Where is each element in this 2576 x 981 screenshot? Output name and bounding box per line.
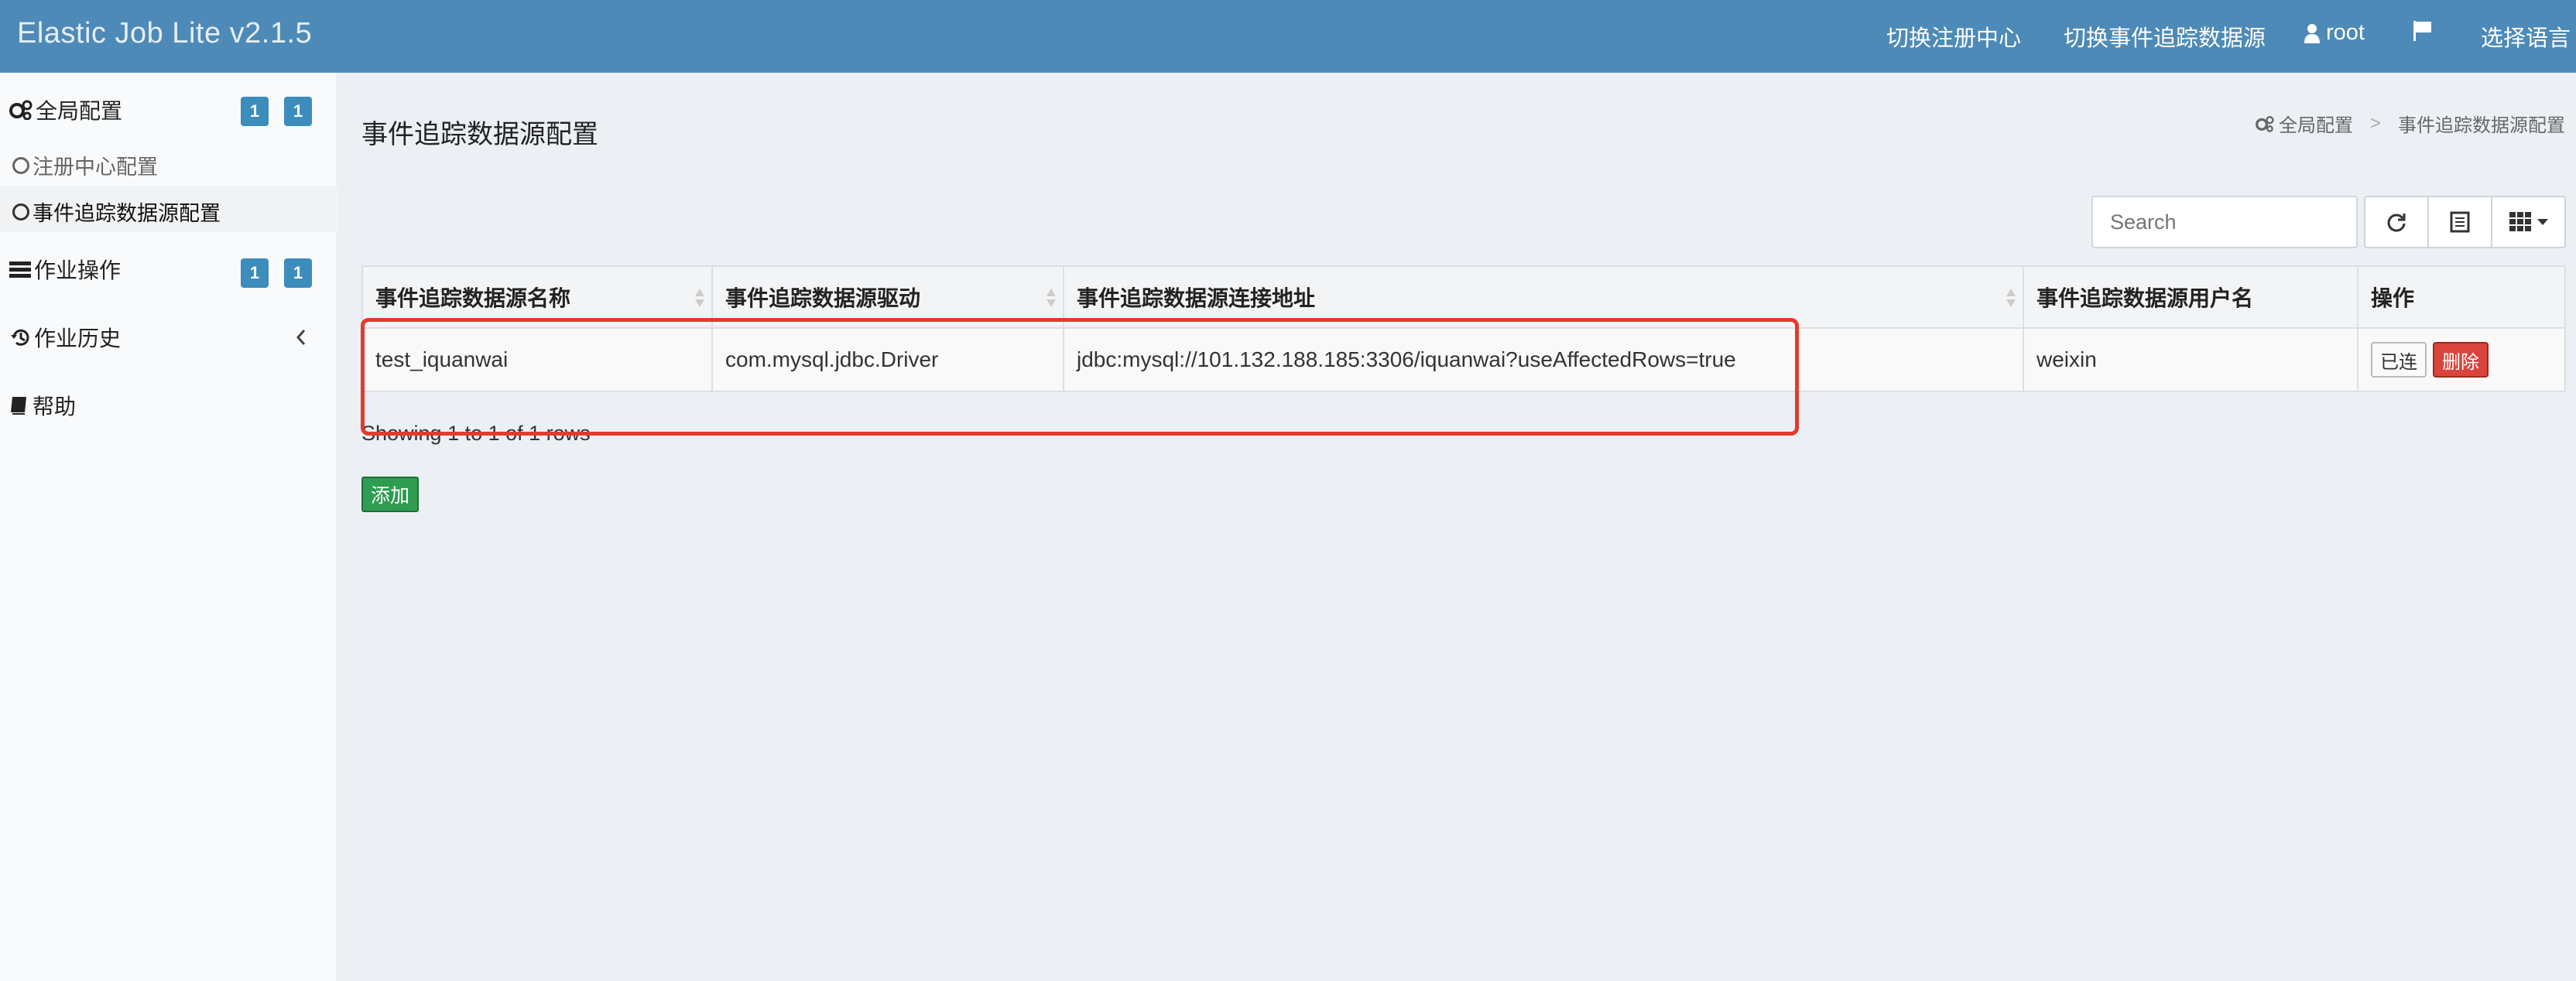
column-header-url[interactable]: 事件追踪数据源连接地址 — [1064, 267, 2024, 327]
header-label: 事件追踪数据源名称 — [375, 286, 571, 310]
gears-icon — [2255, 115, 2274, 132]
sidebar-item-help[interactable]: 帮助 — [9, 390, 76, 421]
breadcrumb-root[interactable]: 全局配置 — [2279, 110, 2353, 137]
user-name: root — [2326, 20, 2365, 45]
sidebar: 全局配置 1 1 注册中心配置 事件追踪数据源配置 作业操作 1 1 作业历史 … — [0, 73, 337, 981]
table-row: test_iquanwai com.mysql.jdbc.Driver jdbc… — [363, 329, 2564, 391]
chevron-left-icon[interactable] — [295, 328, 307, 347]
app-brand[interactable]: Elastic Job Lite v2.1.5 — [17, 17, 312, 50]
badge-count: 1 — [241, 97, 269, 126]
delete-button[interactable]: 删除 — [2433, 342, 2489, 378]
sidebar-item-datasource-config[interactable]: 事件追踪数据源配置 — [12, 197, 221, 227]
sort-icon — [1046, 289, 1056, 307]
switch-registry-link[interactable]: 切换注册中心 — [1886, 20, 2021, 53]
grid-icon — [2509, 212, 2531, 231]
circle-icon — [12, 156, 29, 174]
sidebar-item-job-history[interactable]: 作业历史 — [9, 322, 121, 353]
toggle-view-button[interactable] — [2427, 196, 2492, 248]
page-title: 事件追踪数据源配置 — [361, 120, 598, 149]
badge-count: 1 — [241, 258, 269, 288]
caret-down-icon — [2537, 219, 2548, 225]
sidebar-item-label: 全局配置 — [36, 99, 123, 123]
pagination-info: Showing 1 to 1 of 1 rows — [361, 422, 591, 445]
columns-dropdown-button[interactable] — [2491, 196, 2566, 248]
column-header-name[interactable]: 事件追踪数据源名称 — [363, 267, 713, 327]
flag-icon — [2413, 21, 2431, 41]
breadcrumb-separator: > — [2369, 112, 2381, 134]
switch-datasource-link[interactable]: 切换事件追踪数据源 — [2064, 20, 2266, 53]
datasource-table: 事件追踪数据源名称 事件追踪数据源驱动 事件追踪数据源连接地址 事件追踪数据源用… — [361, 265, 2566, 392]
sidebar-item-label: 注册中心配置 — [33, 156, 158, 179]
gears-icon — [9, 100, 33, 120]
circle-icon — [12, 203, 29, 220]
breadcrumb: 全局配置 > 事件追踪数据源配置 — [2255, 110, 2565, 137]
cell-driver: com.mysql.jdbc.Driver — [713, 329, 1064, 391]
cell-url: jdbc:mysql://101.132.188.185:3306/iquanw… — [1064, 329, 2024, 391]
header-label: 事件追踪数据源连接地址 — [1077, 286, 1316, 310]
sidebar-item-label: 事件追踪数据源配置 — [33, 202, 221, 225]
header-label: 事件追踪数据源驱动 — [725, 286, 921, 310]
flag-button[interactable] — [2413, 20, 2433, 42]
add-button[interactable]: 添加 — [361, 477, 419, 512]
book-icon — [11, 397, 26, 415]
search-input[interactable] — [2091, 196, 2358, 248]
badge-count: 1 — [284, 258, 312, 288]
header-label: 事件追踪数据源用户名 — [2036, 286, 2254, 310]
column-header-actions: 操作 — [2358, 267, 2564, 327]
tasks-icon — [9, 261, 31, 278]
sidebar-item-label: 作业操作 — [34, 258, 122, 282]
column-header-driver[interactable]: 事件追踪数据源驱动 — [713, 267, 1064, 327]
switch-datasource-label: 切换事件追踪数据源 — [2064, 26, 2266, 51]
sidebar-item-label: 作业历史 — [34, 326, 122, 350]
sidebar-item-job-ops[interactable]: 作业操作 — [9, 254, 121, 285]
breadcrumb-current: 事件追踪数据源配置 — [2398, 115, 2565, 136]
language-menu[interactable]: 选择语言 — [2481, 20, 2571, 53]
table-header: 事件追踪数据源名称 事件追踪数据源驱动 事件追踪数据源连接地址 事件追踪数据源用… — [363, 267, 2564, 329]
switch-registry-label: 切换注册中心 — [1886, 26, 2022, 51]
column-header-username: 事件追踪数据源用户名 — [2024, 267, 2358, 327]
cell-username: weixin — [2024, 329, 2358, 391]
user-menu[interactable]: root — [2304, 20, 2365, 46]
sidebar-item-registry-config[interactable]: 注册中心配置 — [12, 150, 158, 180]
cell-name: test_iquanwai — [363, 329, 713, 391]
sort-icon — [2006, 289, 2016, 307]
language-label: 选择语言 — [2481, 26, 2571, 51]
refresh-icon — [2387, 214, 2406, 232]
sidebar-item-label: 帮助 — [33, 395, 77, 419]
sidebar-item-global-config[interactable]: 全局配置 — [9, 94, 122, 125]
connect-button[interactable]: 已连 — [2371, 342, 2427, 378]
history-icon — [11, 329, 29, 346]
header-label: 操作 — [2371, 286, 2415, 310]
cell-actions: 已连 删除 — [2358, 329, 2564, 391]
list-icon — [2450, 211, 2470, 233]
top-navbar: Elastic Job Lite v2.1.5 切换注册中心 切换事件追踪数据源… — [0, 0, 2576, 73]
badge-count: 1 — [284, 97, 312, 126]
refresh-button[interactable] — [2364, 196, 2429, 248]
sort-icon — [695, 289, 704, 307]
user-icon — [2304, 23, 2320, 43]
